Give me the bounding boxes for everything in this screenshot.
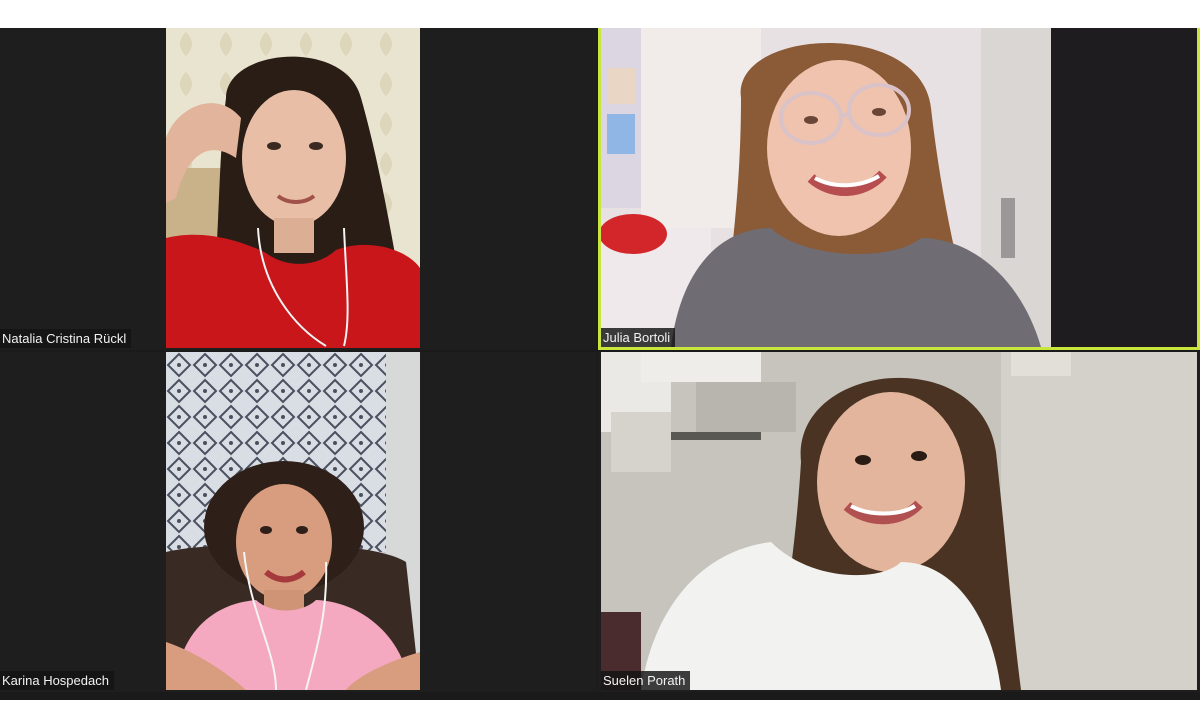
participant-video-karina: [166, 352, 420, 690]
participant-name-label: Karina Hospedach: [0, 671, 114, 690]
video-gallery: Natalia Cristina Rückl Julia Bortoli Kar…: [0, 28, 1200, 700]
participant-video-suelen: [601, 352, 1197, 690]
participant-name-label: Julia Bortoli: [601, 328, 676, 347]
participant-tile-julia[interactable]: Julia Bortoli: [598, 28, 1200, 350]
participant-tile-suelen[interactable]: Suelen Porath: [598, 352, 1200, 692]
participant-tile-natalia[interactable]: Natalia Cristina Rückl: [0, 28, 597, 350]
participant-tile-karina[interactable]: Karina Hospedach: [0, 352, 597, 692]
participant-name-label: Suelen Porath: [601, 671, 691, 690]
page-bottom-margin: [0, 700, 1200, 728]
participant-video-julia: [601, 28, 1197, 347]
participant-video-natalia: [166, 28, 420, 348]
participant-name-label: Natalia Cristina Rückl: [0, 329, 132, 348]
